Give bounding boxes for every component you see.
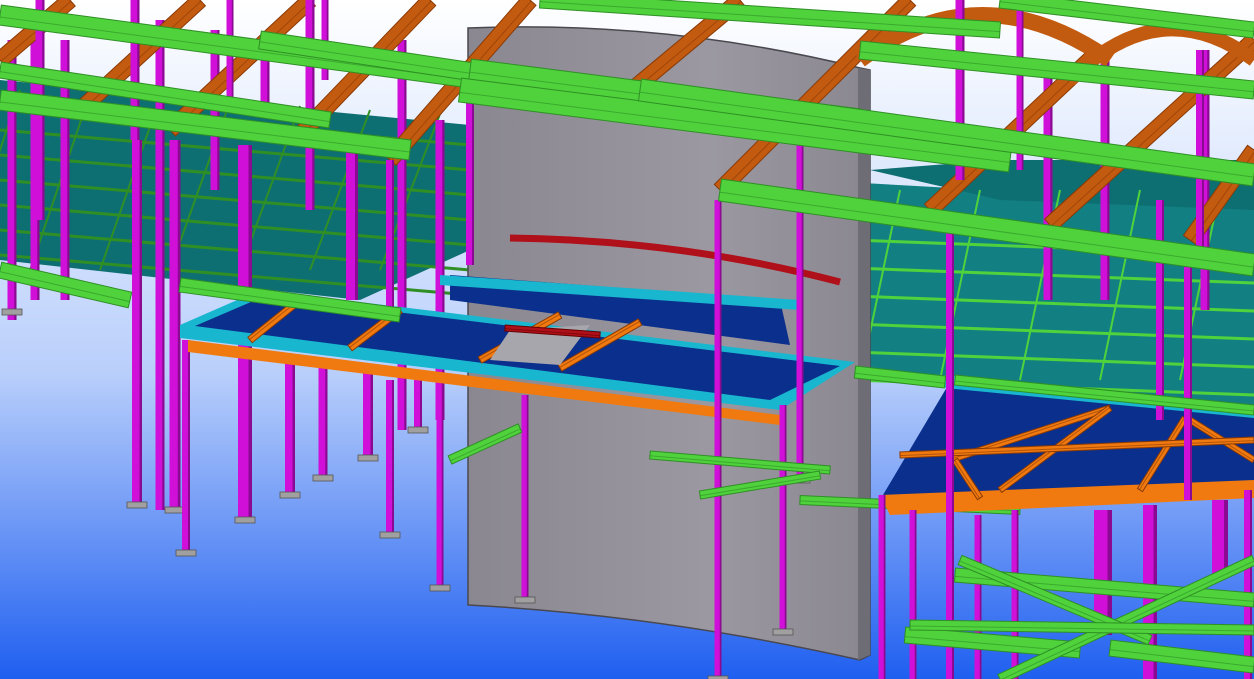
- steel-column-shade[interactable]: [979, 515, 982, 679]
- model-viewport[interactable]: [0, 0, 1254, 679]
- steel-column-shade[interactable]: [420, 380, 422, 430]
- base-plate[interactable]: [234, 516, 256, 524]
- base-plate[interactable]: [279, 491, 301, 499]
- steel-column-shade[interactable]: [1162, 200, 1164, 420]
- steel-column-shade[interactable]: [719, 200, 722, 679]
- base-plate[interactable]: [514, 596, 536, 604]
- base-plate[interactable]: [126, 501, 148, 509]
- steel-column-shade[interactable]: [392, 380, 394, 535]
- steel-column-shade[interactable]: [784, 405, 787, 632]
- steel-column-shade[interactable]: [441, 380, 444, 588]
- steel-column-shade[interactable]: [952, 230, 954, 679]
- base-plate[interactable]: [407, 426, 429, 434]
- base-plate[interactable]: [772, 628, 794, 636]
- base-plate[interactable]: [1, 308, 23, 316]
- steel-column-shade[interactable]: [526, 395, 529, 600]
- steel-column-shade[interactable]: [370, 370, 374, 458]
- steel-column-shade[interactable]: [292, 360, 296, 495]
- base-plate[interactable]: [312, 474, 334, 482]
- structural-model-3d-view[interactable]: [0, 0, 1254, 679]
- steel-column-shade[interactable]: [325, 360, 328, 478]
- base-plate[interactable]: [429, 584, 451, 592]
- steel-column-shade[interactable]: [914, 510, 917, 679]
- steel-column-shade[interactable]: [139, 140, 143, 505]
- steel-column-upper-shade[interactable]: [472, 90, 474, 265]
- steel-column-shade[interactable]: [1250, 490, 1252, 679]
- steel-column-shade[interactable]: [883, 495, 886, 679]
- base-plate[interactable]: [379, 531, 401, 539]
- steel-column-shade[interactable]: [1190, 255, 1192, 500]
- steel-column-upper-shade[interactable]: [392, 160, 394, 320]
- steel-column-shade[interactable]: [801, 120, 804, 480]
- base-plate[interactable]: [357, 454, 379, 462]
- steel-column-shade[interactable]: [188, 340, 190, 553]
- steel-column-shade[interactable]: [1016, 510, 1019, 679]
- steel-column-upper-shade[interactable]: [355, 150, 358, 300]
- steel-column-shade[interactable]: [1224, 500, 1228, 578]
- curved-wall-edge[interactable]: [858, 68, 870, 660]
- steel-column-shade[interactable]: [1107, 510, 1113, 635]
- base-plate[interactable]: [175, 549, 197, 557]
